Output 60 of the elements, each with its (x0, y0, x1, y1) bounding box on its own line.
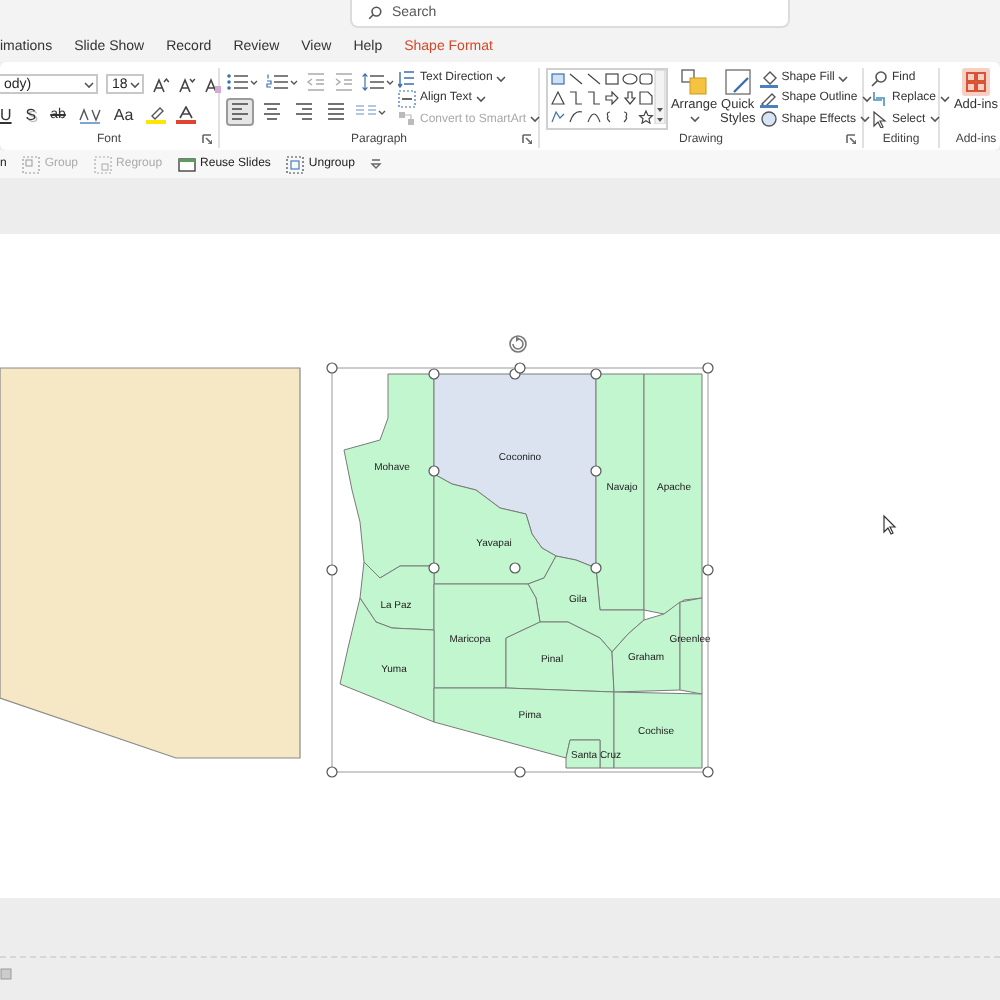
search-icon (368, 6, 382, 20)
line-spacing-icon[interactable] (362, 71, 394, 92)
resize-handle[interactable] (514, 766, 526, 778)
ungroup-icon (286, 155, 305, 173)
arrange-icon (680, 68, 708, 96)
resize-handle[interactable] (326, 564, 338, 576)
decrease-font-icon[interactable] (178, 75, 196, 93)
format-button[interactable]: U (0, 106, 14, 124)
rotate-handle[interactable] (509, 335, 527, 353)
slides-icon (178, 155, 197, 173)
county-shape[interactable] (565, 739, 601, 769)
format-button[interactable]: S (23, 106, 39, 124)
resize-handle[interactable] (590, 368, 602, 380)
caret-icon (530, 114, 541, 125)
change-case-button[interactable]: Aa (111, 106, 136, 124)
dialog-launcher-icon[interactable] (522, 134, 532, 144)
quick-styles-icon (723, 68, 752, 96)
clear-formatting-icon[interactable] (204, 75, 222, 93)
customize-toolbar-icon[interactable] (370, 158, 383, 170)
character-spacing-icon[interactable] (77, 107, 102, 123)
caret-icon (838, 73, 849, 84)
caret-icon (130, 79, 140, 89)
resize-handle[interactable] (590, 562, 602, 574)
resize-handle[interactable] (702, 362, 714, 374)
increase-font-icon[interactable] (152, 75, 170, 93)
resize-handle[interactable] (590, 465, 602, 477)
resize-handle[interactable] (509, 562, 521, 574)
caret-icon (689, 114, 699, 124)
replace-icon (870, 89, 888, 108)
county-shape[interactable] (339, 597, 435, 723)
resize-handle[interactable] (702, 766, 714, 778)
bullets-icon[interactable] (226, 71, 258, 92)
text-direction-icon (398, 69, 416, 88)
resize-handle[interactable] (326, 766, 338, 778)
shapes-gallery[interactable] (546, 68, 668, 130)
resize-handle[interactable] (428, 465, 440, 477)
align-left-button[interactable] (226, 98, 254, 127)
add-ins-icon (962, 68, 990, 96)
align-text-icon (398, 89, 416, 108)
smartart-icon (398, 110, 416, 129)
font-color-icon[interactable] (175, 106, 196, 124)
group-icon (22, 155, 41, 173)
dialog-launcher-icon[interactable] (202, 134, 212, 144)
resize-handle[interactable] (326, 362, 338, 374)
resize-handle[interactable] (428, 562, 440, 574)
county-shape[interactable] (359, 561, 435, 631)
shape-fill-icon (759, 69, 778, 88)
pointer-icon (870, 110, 888, 129)
mouse-pointer-icon (883, 514, 897, 535)
resize-handle[interactable] (702, 564, 714, 576)
search-icon (870, 69, 888, 88)
dialog-launcher-icon[interactable] (846, 134, 856, 144)
highlighter-icon[interactable] (145, 106, 166, 124)
caret-icon (84, 79, 94, 89)
shape-outline-icon (759, 89, 778, 108)
shape-effects-icon (759, 110, 778, 129)
county-shape[interactable] (505, 621, 615, 693)
numbering-icon[interactable] (266, 71, 298, 92)
resize-handle[interactable] (428, 368, 440, 380)
regroup-icon (94, 155, 113, 173)
